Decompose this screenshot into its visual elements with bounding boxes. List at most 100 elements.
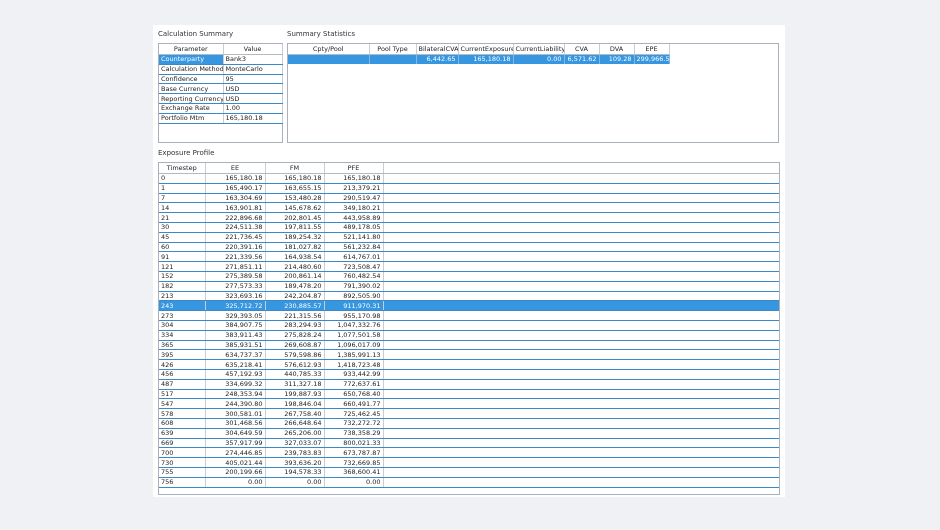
exposure-row[interactable]: 273 329,393.05 221,315.56 955,170.98 [159,310,779,321]
exposure-row[interactable]: 730 405,021.44 393,636.20 732,669.85 [159,457,779,468]
calc-summary-grid[interactable]: Parameter Value Counterparty Bank3 Calcula… [158,43,283,143]
exposure-row[interactable]: 243 325,712.72 230,885.57 911,970.31 [159,300,779,312]
stats-cell[interactable]: 299,966.53 [634,54,670,64]
exposure-value-cell[interactable]: 200,861.14 [265,271,325,282]
exposure-value-cell[interactable]: 300,581.01 [205,408,266,419]
param-row[interactable]: Calculation Method MonteCarlo [159,64,283,75]
exposure-value-cell[interactable]: 892,505.90 [324,291,384,302]
timestep-cell[interactable]: 669 [159,438,206,449]
exposure-value-cell[interactable]: 393,636.20 [265,457,325,468]
param-row[interactable]: Counterparty Bank3 [159,54,283,65]
stats-cell[interactable] [369,54,417,64]
stats-cell[interactable]: 0.00 [513,54,565,64]
timestep-cell[interactable]: 756 [159,477,206,488]
exposure-value-cell[interactable]: 199,887.93 [265,389,325,400]
exposure-value-cell[interactable]: 725,462.45 [324,408,384,419]
timestep-cell[interactable]: 60 [159,242,206,253]
timestep-cell[interactable]: 0 [159,173,206,184]
timestep-cell[interactable]: 365 [159,340,206,351]
stats-cell[interactable] [288,54,370,64]
exposure-column-header[interactable]: PFE [324,163,384,174]
exposure-value-cell[interactable]: 791,390.02 [324,281,384,292]
param-name-cell[interactable]: Counterparty [159,54,224,65]
exposure-value-cell[interactable]: 275,389.58 [205,271,266,282]
exposure-value-cell[interactable]: 163,304.69 [205,193,266,204]
exposure-value-cell[interactable]: 349,180.21 [324,202,384,214]
exposure-value-cell[interactable]: 614,767.01 [324,251,384,263]
exposure-value-cell[interactable]: 576,612.93 [265,359,325,370]
exposure-value-cell[interactable]: 635,218.41 [205,359,266,370]
exposure-value-cell[interactable]: 283,294.93 [265,320,325,331]
exposure-value-cell[interactable]: 443,958.89 [324,212,384,223]
exposure-row[interactable]: 334 383,911.43 275,828.24 1,077,501.58 [159,330,779,341]
exposure-value-cell[interactable]: 673,787.87 [324,447,384,459]
param-row[interactable]: Confidence 95 [159,74,283,85]
exposure-value-cell[interactable]: 385,931.51 [205,340,266,351]
exposure-value-cell[interactable]: 760,482.54 [324,271,384,282]
exposure-value-cell[interactable]: 248,353.94 [205,389,266,400]
exposure-row[interactable]: 0 165,180.18 165,180.18 165,180.18 [159,173,779,184]
exposure-value-cell[interactable]: 269,608.87 [265,340,325,351]
timestep-cell[interactable]: 91 [159,251,206,263]
exposure-value-cell[interactable]: 189,478.20 [265,281,325,292]
timestep-cell[interactable]: 21 [159,212,206,223]
timestep-cell[interactable]: 30 [159,222,206,233]
timestep-cell[interactable]: 517 [159,389,206,400]
exposure-column-header[interactable]: EE [205,163,266,174]
exposure-value-cell[interactable]: 955,170.98 [324,310,384,321]
exposure-value-cell[interactable]: 634,737.37 [205,349,266,361]
stats-column-header[interactable]: CurrentExposure [458,44,514,55]
param-value-cell[interactable]: 1.00 [223,103,283,114]
exposure-value-cell[interactable]: 311,327.18 [265,379,325,390]
exposure-column-header[interactable]: FM [265,163,325,174]
exposure-value-cell[interactable]: 221,339.56 [205,251,266,263]
exposure-value-cell[interactable]: 561,232.84 [324,242,384,253]
param-value-cell[interactable]: 95 [223,74,283,85]
timestep-cell[interactable]: 1 [159,183,206,194]
exposure-value-cell[interactable]: 440,785.33 [265,369,325,380]
exposure-row[interactable]: 365 385,931.51 269,608.87 1,096,017.09 [159,340,779,351]
timestep-cell[interactable]: 273 [159,310,206,321]
param-header[interactable]: Parameter [159,44,224,55]
exposure-profile-grid[interactable]: Timestep EE FM PFE 0 165,180.18 165,180.18 165… [158,162,780,495]
exposure-value-cell[interactable]: 579,598.86 [265,349,325,361]
param-name-cell[interactable]: Confidence [159,74,224,85]
timestep-cell[interactable]: 608 [159,418,206,429]
timestep-cell[interactable]: 45 [159,232,206,243]
stats-row[interactable]: 6,442.65 165,180.18 0.00 6,571.62 109.28 299,… [288,54,670,64]
timestep-cell[interactable]: 243 [159,300,206,312]
exposure-value-cell[interactable]: 650,768.40 [324,389,384,400]
exposure-value-cell[interactable]: 405,021.44 [205,457,266,468]
timestep-cell[interactable]: 14 [159,202,206,214]
exposure-value-cell[interactable]: 165,180.18 [324,173,384,184]
exposure-value-cell[interactable]: 266,648.64 [265,418,325,429]
exposure-row[interactable]: 426 635,218.41 576,612.93 1,418,723.48 [159,359,779,370]
exposure-row[interactable]: 578 300,581.01 267,758.40 725,462.45 [159,408,779,419]
exposure-value-cell[interactable]: 0.00 [324,477,384,488]
exposure-value-cell[interactable]: 368,600.41 [324,467,384,478]
exposure-row[interactable]: 395 634,737.37 579,598.86 1,385,991.13 [159,349,779,361]
exposure-row[interactable]: 487 334,699.32 311,327.18 772,637.61 [159,379,779,390]
param-row[interactable]: Exchange Rate 1.00 [159,103,283,114]
stats-column-header[interactable]: Cpty/Pool [288,44,370,55]
exposure-value-cell[interactable]: 198,846.04 [265,398,325,410]
param-value-cell[interactable]: USD [223,93,283,104]
exposure-value-cell[interactable]: 230,885.57 [265,300,325,312]
exposure-value-cell[interactable]: 1,385,991.13 [324,349,384,361]
exposure-row[interactable]: 547 244,390.80 198,846.04 660,491.77 [159,398,779,410]
timestep-cell[interactable]: 426 [159,359,206,370]
exposure-value-cell[interactable]: 772,637.61 [324,379,384,390]
exposure-row[interactable]: 152 275,389.58 200,861.14 760,482.54 [159,271,779,282]
param-row[interactable]: Portfolio Mtm 165,180.18 [159,113,283,124]
exposure-value-cell[interactable]: 163,655.15 [265,183,325,194]
stats-cell[interactable]: 165,180.18 [458,54,514,64]
param-name-cell[interactable]: Portfolio Mtm [159,113,224,124]
exposure-value-cell[interactable]: 383,911.43 [205,330,266,341]
exposure-value-cell[interactable]: 732,272.72 [324,418,384,429]
exposure-value-cell[interactable]: 181,027.82 [265,242,325,253]
exposure-row[interactable]: 14 163,901.81 145,678.62 349,180.21 [159,202,779,214]
exposure-value-cell[interactable]: 325,712.72 [205,300,266,312]
exposure-value-cell[interactable]: 0.00 [205,477,266,488]
param-value-cell[interactable]: 165,180.18 [223,113,283,124]
timestep-cell[interactable]: 755 [159,467,206,478]
